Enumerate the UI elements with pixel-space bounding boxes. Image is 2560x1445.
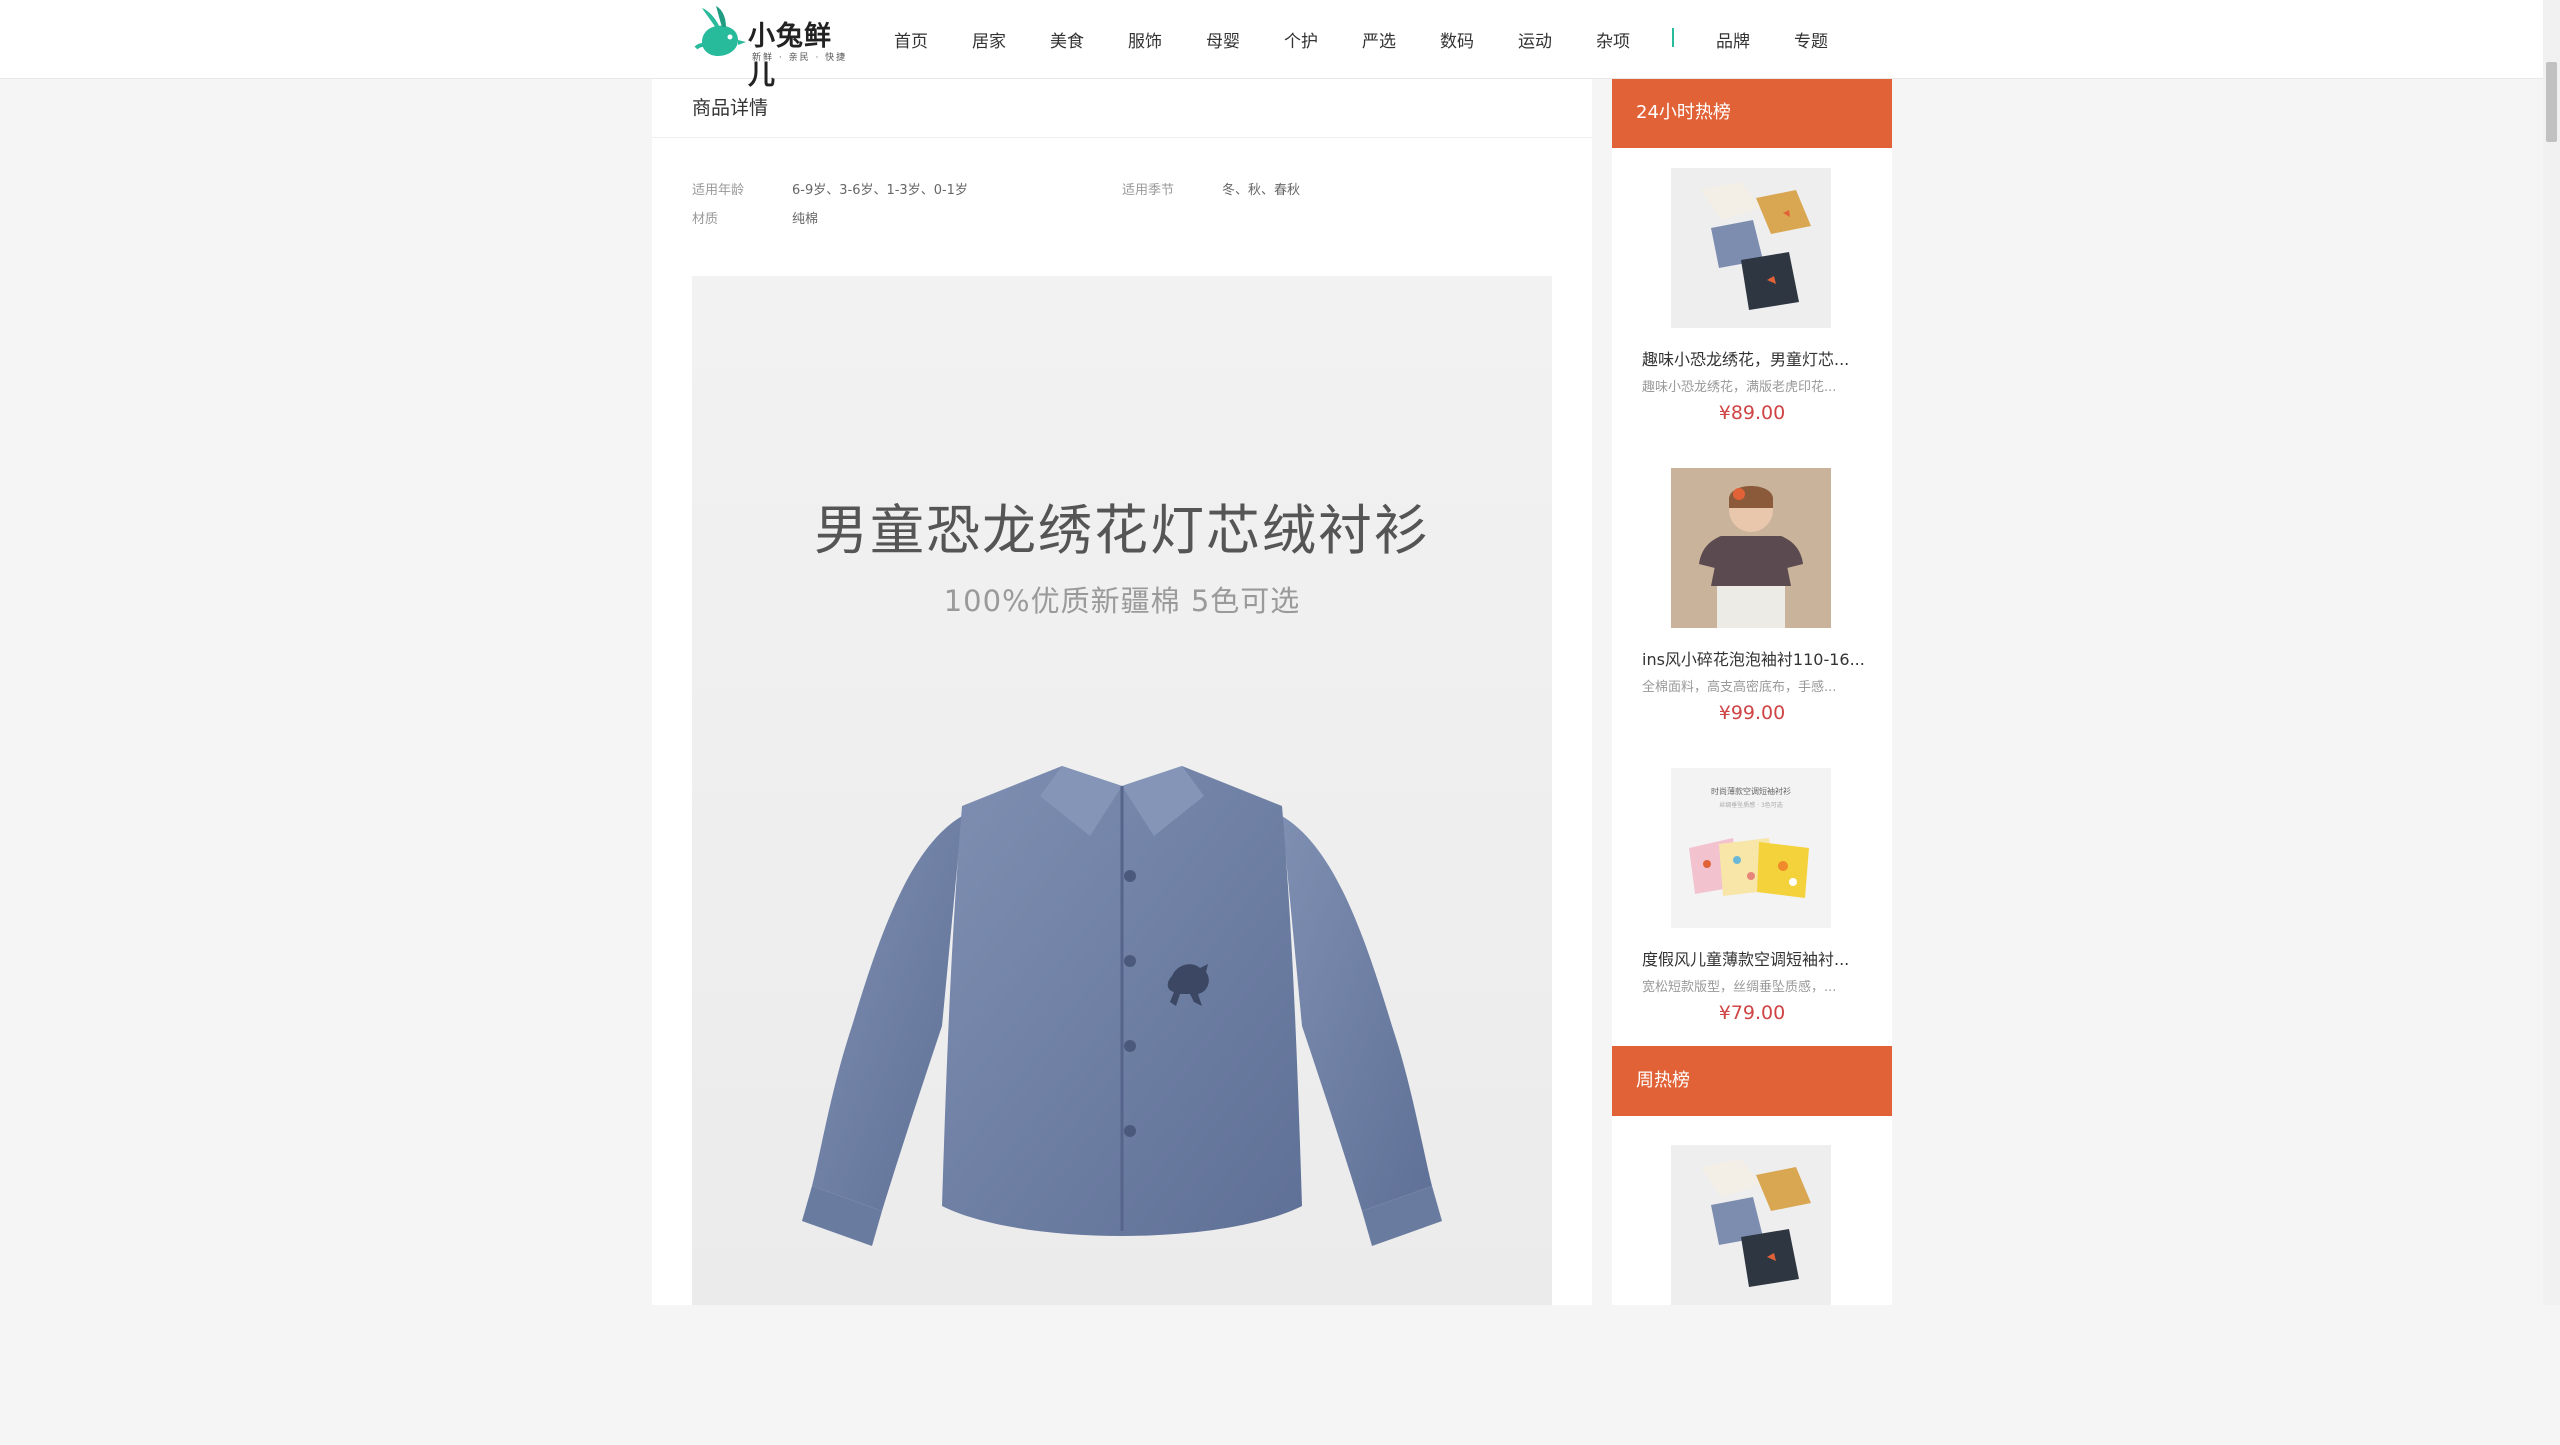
- goods-name[interactable]: 趣味小恐龙绣花，男童灯芯...: [1642, 346, 1864, 370]
- goods-desc: 宽松短款版型，丝绸垂坠质感，...: [1642, 980, 1837, 995]
- goods-thumbnail[interactable]: [1671, 168, 1831, 328]
- goods-detail-panel: 商品详情 适用年龄 6-9岁、3-6岁、1-3岁、0-1岁 适用季节 冬、秋、春…: [652, 78, 1592, 1305]
- summer-shirts-image: [1689, 838, 1809, 898]
- nav-item-selected[interactable]: 严选: [1362, 27, 1396, 52]
- goods-desc: 趣味小恐龙绣花，满版老虎印花...: [1642, 380, 1837, 395]
- nav-item-digital[interactable]: 数码: [1440, 27, 1474, 52]
- girl-floral-blouse-image: [1671, 468, 1831, 628]
- detail-section-title: 商品详情: [692, 97, 769, 119]
- attr-key-season: 适用季节: [1122, 183, 1175, 198]
- hot24-title: 24小时热榜: [1612, 78, 1892, 148]
- goods-desc: 全棉面料，高支高密底布，手感...: [1642, 680, 1837, 695]
- top-header: 小兔鲜儿 新鲜 · 亲民 · 快捷 首页 居家 美食 服饰 母婴 个护 严选 数…: [0, 0, 2560, 91]
- nav-item-apparel[interactable]: 服饰: [1128, 27, 1162, 52]
- goods-thumbnail[interactable]: [1671, 1145, 1831, 1305]
- hot24-list: 趣味小恐龙绣花，男童灯芯... 趣味小恐龙绣花，满版老虎印花... ¥89.00…: [1612, 148, 1892, 1048]
- nav-item-topics[interactable]: 专题: [1794, 27, 1828, 52]
- nav-item-home-living[interactable]: 居家: [972, 27, 1006, 52]
- goods-thumbnail[interactable]: [1671, 468, 1831, 628]
- goods-thumbnail[interactable]: 时尚薄款空调短袖衬衫 丝绸垂坠质感 · 3色可选: [1671, 768, 1831, 928]
- nav-divider: [1672, 28, 1674, 47]
- folded-shirts-image: [1671, 168, 1831, 328]
- blue-shirt-illustration: [802, 766, 1442, 1246]
- nav-item-home[interactable]: 首页: [894, 27, 928, 52]
- site-logo[interactable]: 小兔鲜儿 新鲜 · 亲民 · 快捷: [692, 4, 852, 91]
- goods-price: ¥89.00: [1718, 402, 1786, 424]
- attr-value-age: 6-9岁、3-6岁、1-3岁、0-1岁: [792, 183, 968, 198]
- detail-hero-image: 男童恐龙绣花灯芯绒衬衫 100%优质新疆棉 5色可选: [692, 276, 1552, 1305]
- hot-goods-card[interactable]: [1612, 1145, 1892, 1445]
- attr-value-season: 冬、秋、春秋: [1222, 183, 1301, 198]
- nav-item-sports[interactable]: 运动: [1518, 27, 1552, 52]
- rabbit-logo-icon: [694, 6, 746, 56]
- attr-value-material: 纯棉: [792, 212, 819, 227]
- weekly-hot-title: 周热榜: [1612, 1046, 1892, 1116]
- nav-item-misc[interactable]: 杂项: [1596, 27, 1630, 52]
- goods-name[interactable]: ins风小碎花泡泡袖衬110-16...: [1642, 646, 1864, 670]
- weekly-hot-list: [1612, 1116, 1892, 1305]
- logo-slogan: 新鲜 · 亲民 · 快捷: [752, 53, 848, 63]
- hero-subtitle: 100%优质新疆棉 5色可选: [943, 584, 1301, 618]
- hot-goods-card[interactable]: 时尚薄款空调短袖衬衫 丝绸垂坠质感 · 3色可选 度假风儿童薄款空调短袖衬...…: [1612, 768, 1892, 1068]
- goods-price: ¥79.00: [1718, 1002, 1786, 1024]
- page-scrollbar[interactable]: [2543, 0, 2560, 1305]
- goods-name[interactable]: 度假风儿童薄款空调短袖衬...: [1642, 946, 1864, 970]
- nav-item-food[interactable]: 美食: [1050, 27, 1084, 52]
- nav-item-baby[interactable]: 母婴: [1206, 27, 1240, 52]
- nav-item-personal-care[interactable]: 个护: [1284, 27, 1318, 52]
- goods-price: ¥99.00: [1718, 702, 1786, 724]
- hero-title: 男童恐龙绣花灯芯绒衬衫: [814, 499, 1430, 562]
- divider: [652, 137, 1592, 138]
- attr-key-age: 适用年龄: [692, 183, 745, 198]
- scrollbar-thumb[interactable]: [2546, 62, 2557, 142]
- hot-goods-card[interactable]: 趣味小恐龙绣花，男童灯芯... 趣味小恐龙绣花，满版老虎印花... ¥89.00: [1612, 168, 1892, 468]
- folded-shirts-image: [1671, 1145, 1831, 1305]
- attr-key-material: 材质: [692, 212, 719, 227]
- hot-goods-card[interactable]: ins风小碎花泡泡袖衬110-16... 全棉面料，高支高密底布，手感... ¥…: [1612, 468, 1892, 768]
- nav-item-brand[interactable]: 品牌: [1716, 27, 1750, 52]
